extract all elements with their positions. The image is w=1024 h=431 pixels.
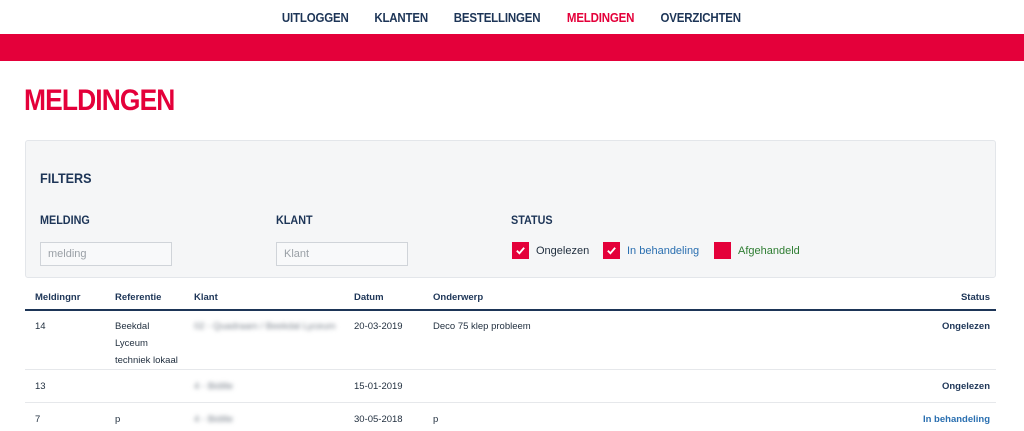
cell-datum: 15-01-2019 bbox=[344, 369, 423, 403]
cell-referentie: p bbox=[115, 414, 121, 425]
col-referentie[interactable]: Referentie bbox=[105, 285, 184, 311]
checkbox-checked-icon bbox=[603, 242, 620, 259]
nav-uitloggen[interactable]: UITLOGGEN bbox=[282, 11, 349, 25]
table-row[interactable]: 14 Beekdal Lyceum techniek lokaal 02 - Q… bbox=[25, 310, 996, 370]
filters-title: FILTERS bbox=[40, 170, 92, 186]
col-klant[interactable]: Klant bbox=[184, 285, 344, 311]
filters-panel: FILTERS MELDING KLANT STATUS Ongelezen I… bbox=[25, 140, 996, 278]
klant-input[interactable] bbox=[276, 242, 408, 266]
status-in-behandeling-checkbox[interactable]: In behandeling bbox=[603, 242, 699, 259]
cell-referentie bbox=[105, 369, 184, 403]
cell-onderwerp: Deco 75 klep probleem bbox=[423, 310, 673, 370]
cell-status: Ongelezen bbox=[673, 310, 996, 370]
cell-klant: 4 - Bidille bbox=[184, 369, 344, 403]
cell-klant: 02 - Quadraam / Beekdal Lyceum bbox=[184, 310, 344, 370]
cell-datum: 30-05-2018 bbox=[354, 414, 403, 425]
status-in-behandeling-label: In behandeling bbox=[627, 244, 700, 257]
top-navigation: UITLOGGEN KLANTEN BESTELLINGEN MELDINGEN… bbox=[0, 0, 1024, 34]
header-banner bbox=[0, 34, 1024, 61]
nav-meldingen[interactable]: MELDINGEN bbox=[567, 11, 635, 25]
table-header-row: Meldingnr Referentie Klant Datum Onderwe… bbox=[25, 285, 996, 311]
cell-nr: 7 bbox=[35, 414, 41, 425]
status-ongelezen-label: Ongelezen bbox=[536, 244, 590, 257]
cell-datum: 20-03-2019 bbox=[344, 310, 423, 370]
cell-onderwerp: p bbox=[433, 414, 439, 425]
col-status[interactable]: Status bbox=[673, 285, 996, 311]
nav-overzichten[interactable]: OVERZICHTEN bbox=[661, 11, 742, 25]
status-label: STATUS bbox=[511, 213, 553, 227]
cell-onderwerp bbox=[423, 369, 673, 403]
cell-referentie: Beekdal Lyceum techniek lokaal bbox=[105, 310, 184, 370]
nav-bestellingen[interactable]: BESTELLINGEN bbox=[454, 11, 541, 25]
cell-status: In behandeling bbox=[922, 414, 990, 425]
col-meldingnr[interactable]: Meldingnr bbox=[25, 285, 105, 311]
checkbox-checked-icon bbox=[512, 242, 529, 259]
table-row[interactable]: 7 p 4 - Bidille 30-05-2018 p In behandel… bbox=[25, 403, 996, 431]
klant-label: KLANT bbox=[276, 213, 313, 227]
col-datum[interactable]: Datum bbox=[344, 285, 423, 311]
status-afgehandeld-label: Afgehandeld bbox=[738, 244, 800, 257]
melding-label: MELDING bbox=[40, 213, 90, 227]
meldingen-table: Meldingnr Referentie Klant Datum Onderwe… bbox=[25, 285, 996, 431]
col-onderwerp[interactable]: Onderwerp bbox=[423, 285, 673, 311]
table-row[interactable]: 13 4 - Bidille 15-01-2019 Ongelezen bbox=[25, 369, 996, 403]
page-title: MELDINGEN bbox=[24, 84, 175, 117]
nav-klanten[interactable]: KLANTEN bbox=[374, 11, 428, 25]
cell-nr: 13 bbox=[25, 369, 105, 403]
cell-nr: 14 bbox=[25, 310, 105, 370]
cell-status: Ongelezen bbox=[673, 369, 996, 403]
checkbox-unchecked-icon bbox=[714, 242, 731, 259]
melding-input[interactable] bbox=[40, 242, 172, 266]
status-ongelezen-checkbox[interactable]: Ongelezen bbox=[512, 242, 589, 259]
status-afgehandeld-checkbox[interactable]: Afgehandeld bbox=[714, 242, 800, 259]
cell-klant: 4 - Bidille bbox=[194, 414, 234, 425]
